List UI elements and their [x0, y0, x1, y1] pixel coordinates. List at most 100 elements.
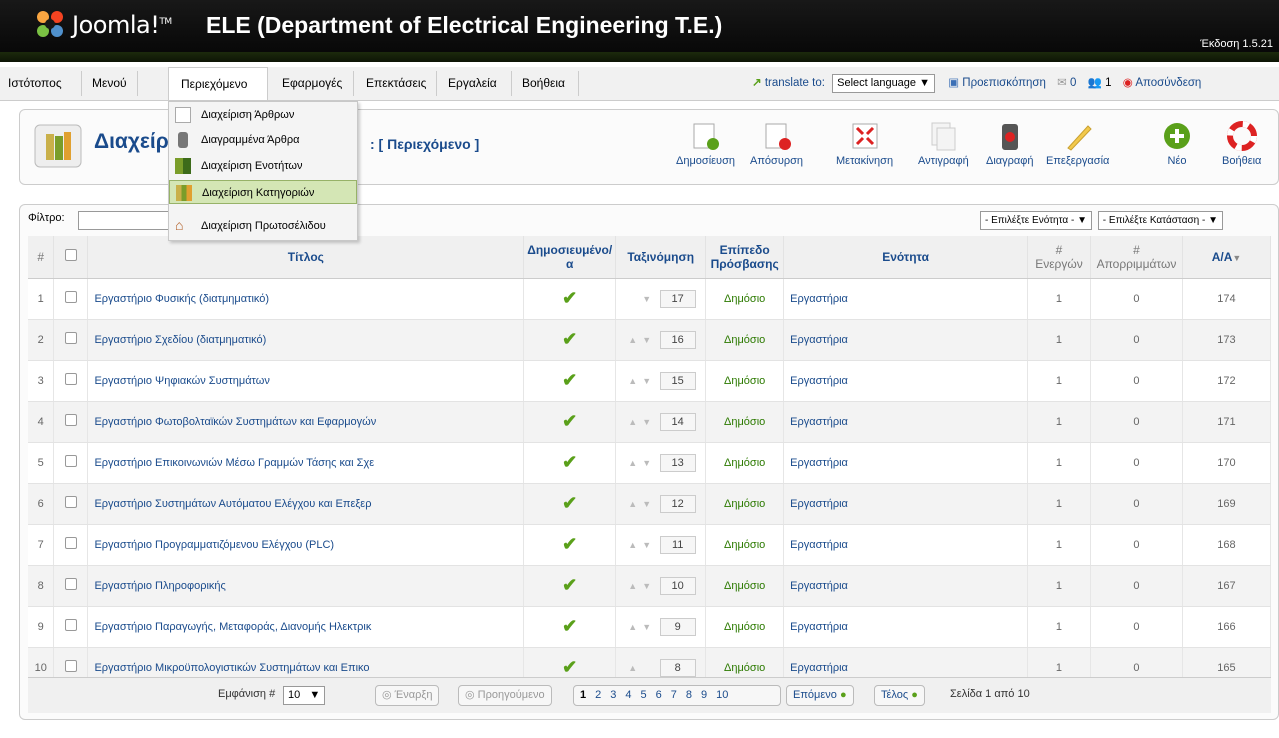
messages-count[interactable]: 0: [1070, 77, 1076, 89]
order-input[interactable]: 13: [659, 453, 696, 472]
previous-button[interactable]: ◎ Προηγούμενο: [458, 685, 552, 706]
menu-extensions[interactable]: Επεκτάσεις: [366, 67, 426, 100]
next-button[interactable]: Επόμενο ●: [786, 685, 854, 706]
col-section[interactable]: Ενότητα: [783, 236, 1028, 279]
edit-button[interactable]: Επεξεργασία: [1046, 120, 1109, 167]
row-access-link[interactable]: Δημόσιο: [705, 524, 785, 566]
menu-help[interactable]: Βοήθεια: [522, 67, 565, 100]
row-checkbox[interactable]: [64, 660, 77, 672]
row-title-link[interactable]: Εργαστήριο Προγραμματιζόμενου Ελέγχου (P…: [87, 524, 525, 566]
row-published-toggle[interactable]: ✔: [523, 483, 617, 525]
row-title-link[interactable]: Εργαστήριο Συστημάτων Αυτόματου Ελέγχου …: [87, 483, 525, 525]
row-access-link[interactable]: Δημόσιο: [705, 319, 785, 361]
page-number-link[interactable]: 10: [716, 689, 728, 701]
row-checkbox[interactable]: [64, 332, 77, 344]
order-input[interactable]: 17: [659, 289, 696, 308]
order-up-icon[interactable]: ▲: [626, 663, 640, 673]
row-access-link[interactable]: Δημόσιο: [705, 360, 785, 402]
order-down-icon[interactable]: ▼: [640, 376, 654, 386]
filter-input[interactable]: [78, 211, 178, 230]
row-access-link[interactable]: Δημόσιο: [705, 483, 785, 525]
order-up-icon[interactable]: ▲: [626, 417, 640, 427]
menu-tools[interactable]: Εργαλεία: [448, 67, 497, 100]
delete-button[interactable]: Διαγραφή: [986, 120, 1034, 167]
dropdown-item-categories[interactable]: Διαχείριση Κατηγοριών: [169, 180, 357, 204]
start-button[interactable]: ◎ Έναρξη: [375, 685, 440, 706]
order-down-icon[interactable]: ▼: [640, 294, 654, 304]
row-access-link[interactable]: Δημόσιο: [705, 442, 785, 484]
row-access-link[interactable]: Δημόσιο: [705, 606, 785, 648]
col-title[interactable]: Τίτλος: [87, 236, 525, 279]
page-number-link[interactable]: 4: [625, 689, 631, 701]
row-checkbox[interactable]: [64, 537, 77, 549]
col-id[interactable]: Α/Α▼: [1182, 236, 1272, 279]
row-title-link[interactable]: Εργαστήριο Επικοινωνιών Μέσω Γραμμών Τάσ…: [87, 442, 525, 484]
menu-components[interactable]: Εφαρμογές: [282, 67, 342, 100]
publish-button[interactable]: Δημοσίευση: [676, 120, 735, 167]
order-input[interactable]: 9: [659, 617, 696, 636]
state-filter-select[interactable]: - Επιλέξτε Κατάσταση - ▼: [1097, 211, 1224, 230]
row-checkbox[interactable]: [64, 578, 77, 590]
page-number-link[interactable]: 5: [641, 689, 647, 701]
dropdown-item-trashed-articles[interactable]: Διαγραμμένα Άρθρα: [169, 128, 357, 152]
section-filter-select[interactable]: - Επιλέξτε Ενότητα - ▼: [980, 211, 1093, 230]
order-up-icon[interactable]: ▲: [626, 540, 640, 550]
row-section-link[interactable]: Εργαστήρια: [783, 278, 1028, 320]
col-published[interactable]: Δημοσιευμένο/α: [523, 236, 617, 279]
row-title-link[interactable]: Εργαστήριο Φυσικής (διατμηματικό): [87, 278, 525, 320]
row-checkbox[interactable]: [64, 414, 77, 426]
row-published-toggle[interactable]: ✔: [523, 360, 617, 402]
dropdown-item-sections[interactable]: Διαχείριση Ενοτήτων: [169, 154, 357, 178]
order-input[interactable]: 15: [659, 371, 696, 390]
row-section-link[interactable]: Εργαστήρια: [783, 524, 1028, 566]
row-section-link[interactable]: Εργαστήρια: [783, 360, 1028, 402]
row-section-link[interactable]: Εργαστήρια: [783, 565, 1028, 607]
row-published-toggle[interactable]: ✔: [523, 524, 617, 566]
order-down-icon[interactable]: ▼: [640, 417, 654, 427]
order-up-icon[interactable]: ▲: [626, 458, 640, 468]
row-checkbox[interactable]: [64, 496, 77, 508]
order-down-icon[interactable]: ▼: [640, 335, 654, 345]
menu-site[interactable]: Ιστότοπος: [8, 67, 62, 100]
page-number-link[interactable]: 6: [656, 689, 662, 701]
order-down-icon[interactable]: ▼: [640, 622, 654, 632]
order-down-icon[interactable]: ▼: [640, 540, 654, 550]
row-title-link[interactable]: Εργαστήριο Σχεδίου (διατμηματικό): [87, 319, 525, 361]
row-published-toggle[interactable]: ✔: [523, 278, 617, 320]
row-checkbox[interactable]: [64, 291, 77, 303]
order-down-icon[interactable]: ▼: [640, 499, 654, 509]
row-section-link[interactable]: Εργαστήρια: [783, 319, 1028, 361]
dropdown-item-frontpage[interactable]: ⌂ Διαχείριση Πρωτοσέλιδου: [169, 214, 357, 238]
order-up-icon[interactable]: ▲: [626, 335, 640, 345]
end-button[interactable]: Τέλος ●: [874, 685, 925, 706]
row-checkbox[interactable]: [64, 373, 77, 385]
row-access-link[interactable]: Δημόσιο: [705, 565, 785, 607]
page-number-link[interactable]: 3: [610, 689, 616, 701]
move-button[interactable]: Μετακίνηση: [836, 120, 893, 167]
row-title-link[interactable]: Εργαστήριο Φωτοβολταϊκών Συστημάτων και …: [87, 401, 525, 443]
row-access-link[interactable]: Δημόσιο: [705, 401, 785, 443]
row-published-toggle[interactable]: ✔: [523, 565, 617, 607]
menu-content[interactable]: Περιεχόμενο: [168, 67, 268, 100]
row-published-toggle[interactable]: ✔: [523, 319, 617, 361]
row-published-toggle[interactable]: ✔: [523, 606, 617, 648]
row-title-link[interactable]: Εργαστήριο Παραγωγής, Μεταφοράς, Διανομή…: [87, 606, 525, 648]
order-up-icon[interactable]: ▲: [626, 581, 640, 591]
page-number-link[interactable]: 8: [686, 689, 692, 701]
display-limit-select[interactable]: 10 ▼: [283, 686, 326, 705]
order-input[interactable]: 16: [659, 330, 696, 349]
order-up-icon[interactable]: ▲: [626, 376, 640, 386]
order-input[interactable]: 14: [659, 412, 696, 431]
row-section-link[interactable]: Εργαστήρια: [783, 442, 1028, 484]
row-section-link[interactable]: Εργαστήρια: [783, 401, 1028, 443]
page-number-link[interactable]: 7: [671, 689, 677, 701]
row-checkbox[interactable]: [64, 455, 77, 467]
menu-menus[interactable]: Μενού: [92, 67, 127, 100]
order-down-icon[interactable]: ▼: [640, 581, 654, 591]
order-input[interactable]: 12: [659, 494, 696, 513]
order-down-icon[interactable]: ▼: [640, 458, 654, 468]
select-all-checkbox[interactable]: [64, 249, 77, 262]
page-number-link[interactable]: 2: [595, 689, 601, 701]
order-input[interactable]: 10: [659, 576, 696, 595]
unpublish-button[interactable]: Απόσυρση: [750, 120, 803, 167]
